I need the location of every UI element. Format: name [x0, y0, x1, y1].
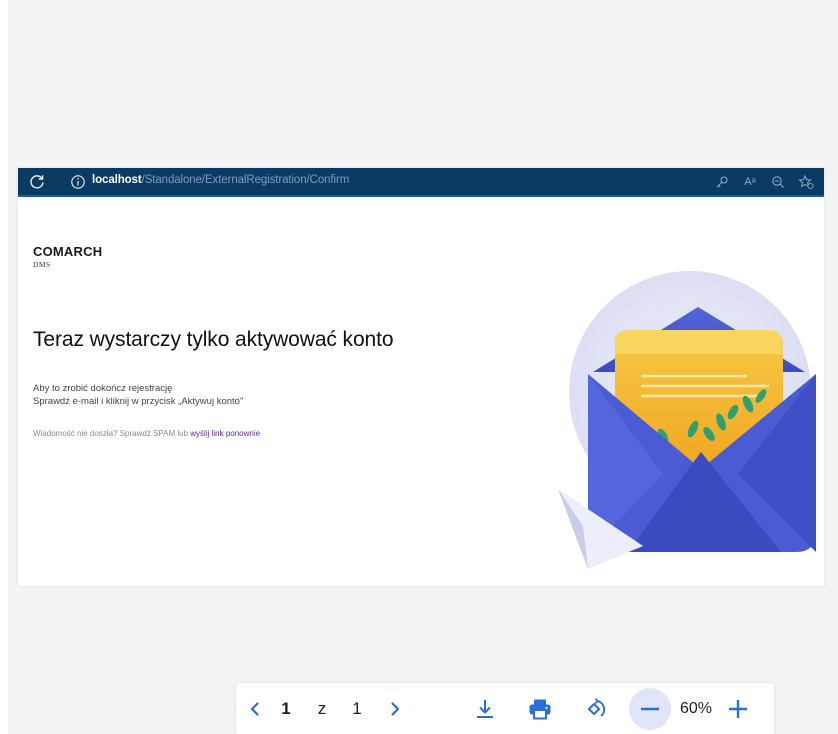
browser-address-bar: localhost/Standalone/ExternalRegistratio… — [18, 168, 824, 197]
instruction-line-1: Aby to zrobić dokończ rejestrację — [33, 383, 173, 394]
rotate-icon — [588, 698, 606, 717]
zoom-controls: 60% — [629, 687, 769, 731]
print-button[interactable] — [523, 692, 557, 726]
zoom-out-icon — [641, 707, 659, 711]
next-page-icon — [391, 702, 400, 716]
next-page-button[interactable] — [378, 692, 412, 726]
download-icon — [477, 700, 493, 718]
total-pages: 1 — [352, 699, 362, 718]
prev-page-icon — [250, 702, 259, 716]
zoom-icon[interactable] — [770, 174, 786, 190]
resend-note-text: Wiadomość nie doszła? Sprawdź SPAM lub — [33, 429, 191, 438]
current-page-input[interactable]: 1 — [272, 699, 300, 719]
instruction-line-2: Sprawdź e-mail i kliknij w przycisk „Akt… — [33, 396, 244, 407]
comarch-logo: COMARCH DMS — [33, 244, 102, 269]
resend-link[interactable]: wyślij link ponownie — [190, 429, 260, 438]
rotate-button[interactable] — [579, 692, 613, 726]
reload-icon[interactable] — [28, 173, 46, 191]
url-host: localhost — [92, 174, 142, 186]
logo-main-text: COMARCH — [33, 244, 103, 259]
logo-sub-text: DMS — [33, 260, 51, 269]
zoom-out-button[interactable] — [629, 688, 671, 730]
read-aloud-icon[interactable]: Aᵃ — [742, 174, 758, 190]
url-text[interactable]: localhost/Standalone/ExternalRegistratio… — [92, 174, 349, 186]
download-button[interactable] — [468, 692, 502, 726]
page-navigation: 1 z 1 — [238, 687, 456, 731]
page-title: Teraz wystarczy tylko aktywować konto — [33, 328, 394, 351]
print-icon — [529, 699, 551, 720]
pdf-viewer-toolbar: 1 z 1 60% — [236, 683, 774, 734]
prev-page-button[interactable] — [238, 692, 272, 726]
instruction-text: Aby to zrobić dokończ rejestrację Sprawd… — [33, 382, 243, 408]
key-icon[interactable] — [714, 174, 730, 190]
viewer-left-edge — [0, 0, 8, 734]
resend-note: Wiadomość nie doszła? Sprawdź SPAM lub w… — [33, 429, 260, 438]
url-path: /Standalone/ExternalRegistration/Confirm — [141, 174, 350, 186]
zoom-in-icon — [729, 700, 747, 718]
zoom-level[interactable]: 60% — [671, 700, 721, 718]
page-separator: z — [317, 699, 327, 718]
info-icon[interactable] — [70, 174, 86, 190]
zoom-in-button[interactable] — [721, 692, 755, 726]
document-page: localhost/Standalone/ExternalRegistratio… — [18, 168, 824, 586]
favorite-icon[interactable] — [798, 174, 814, 190]
envelope-illustration — [558, 271, 816, 569]
